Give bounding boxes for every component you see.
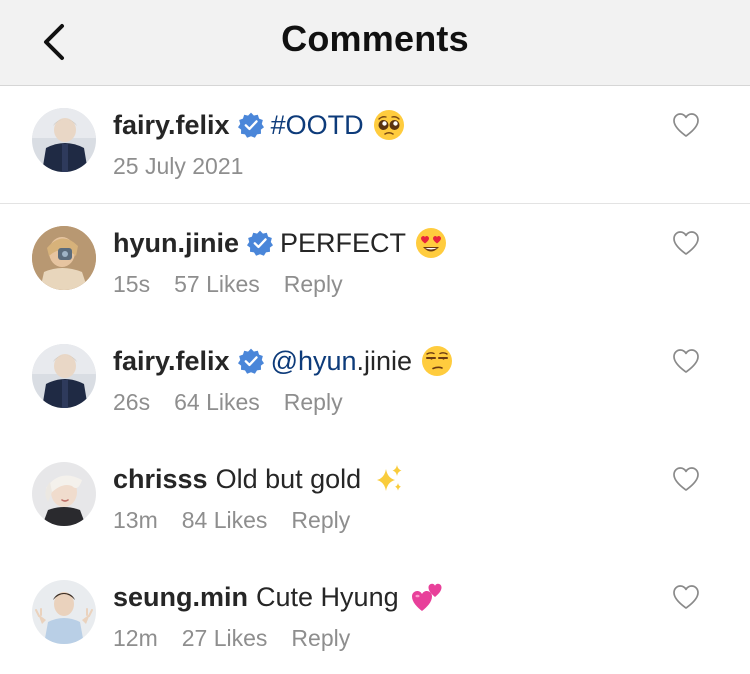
top-bar: Comments	[0, 0, 750, 86]
heart-icon[interactable]	[672, 348, 700, 374]
heart-icon[interactable]	[672, 466, 700, 492]
comment-time: 12m	[113, 625, 158, 651]
verified-badge-icon	[247, 230, 273, 256]
username[interactable]: chrisss	[113, 462, 208, 496]
mention-suffix: .jinie	[356, 346, 413, 376]
heart-eyes-emoji-icon	[416, 228, 447, 258]
heart-icon[interactable]	[672, 112, 700, 138]
likes-count[interactable]: 64 Likes	[174, 389, 260, 415]
comment-text: Cute Hyung	[256, 582, 399, 612]
unamused-face-icon	[422, 346, 453, 376]
heart-icon[interactable]	[672, 230, 700, 256]
avatar[interactable]	[32, 108, 96, 172]
divider	[0, 203, 750, 204]
username[interactable]: fairy.felix	[113, 344, 230, 378]
avatar[interactable]	[32, 226, 96, 290]
timestamp: 25 July 2021	[113, 153, 244, 179]
comment-time: 26s	[113, 389, 151, 415]
reply-button[interactable]: Reply	[291, 625, 350, 651]
username[interactable]: hyun.jinie	[113, 226, 239, 260]
verified-badge-icon	[238, 112, 264, 138]
likes-count[interactable]: 57 Likes	[174, 271, 260, 297]
mention-link[interactable]: @hyun	[271, 344, 357, 378]
page-title: Comments	[281, 18, 469, 59]
likes-count[interactable]: 84 Likes	[182, 507, 268, 533]
hashtag[interactable]: #OOTD	[271, 108, 364, 142]
reply-button[interactable]: Reply	[284, 389, 343, 415]
verified-badge-icon	[238, 348, 264, 374]
avatar[interactable]	[32, 462, 96, 526]
username[interactable]: fairy.felix	[113, 108, 230, 142]
comment-text: Old but gold	[215, 464, 362, 494]
sparkles-icon	[377, 465, 402, 491]
reply-button[interactable]: Reply	[291, 507, 350, 533]
reply-button[interactable]: Reply	[284, 271, 343, 297]
avatar[interactable]	[32, 344, 96, 408]
avatar[interactable]	[32, 580, 96, 644]
comment-time: 15s	[113, 271, 151, 297]
heart-icon[interactable]	[672, 584, 700, 610]
comment-time: 13m	[113, 507, 158, 533]
username[interactable]: seung.min	[113, 580, 248, 614]
pleading-face-icon	[373, 110, 404, 140]
two-hearts-icon	[411, 583, 442, 611]
likes-count[interactable]: 27 Likes	[182, 625, 268, 651]
comment-text: PERFECT	[280, 228, 407, 258]
